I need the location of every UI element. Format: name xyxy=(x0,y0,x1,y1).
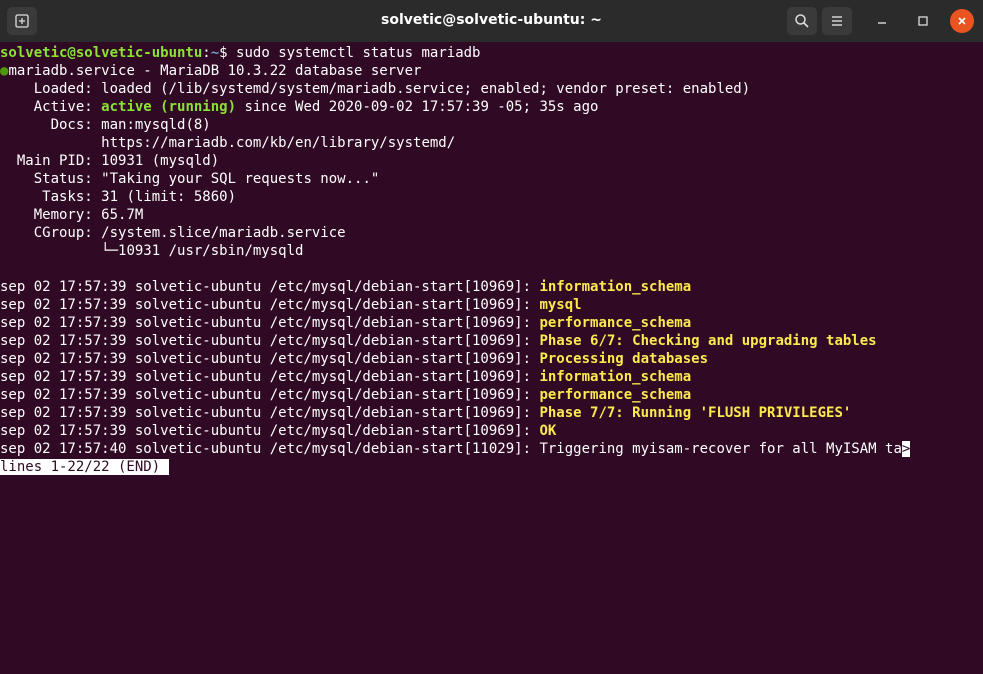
log-line: sep 02 17:57:39 solvetic-ubuntu /etc/mys… xyxy=(0,350,983,368)
active-line: Active: active (running) since Wed 2020-… xyxy=(0,98,983,116)
log-line: sep 02 17:57:39 solvetic-ubuntu /etc/mys… xyxy=(0,332,983,350)
prompt-command: sudo systemctl status mariadb xyxy=(236,45,481,61)
log-line: sep 02 17:57:40 solvetic-ubuntu /etc/mys… xyxy=(0,440,983,458)
mainpid-value: 10931 (mysqld) xyxy=(101,153,220,169)
tasks-value: 31 (limit: 5860) xyxy=(101,189,237,205)
log-prefix: sep 02 17:57:39 solvetic-ubuntu /etc/mys… xyxy=(0,423,540,439)
docs-label: Docs: xyxy=(0,117,102,133)
log-prefix: sep 02 17:57:39 solvetic-ubuntu /etc/mys… xyxy=(0,369,540,385)
log-line: sep 02 17:57:39 solvetic-ubuntu /etc/mys… xyxy=(0,278,983,296)
log-prefix: sep 02 17:57:39 solvetic-ubuntu /etc/mys… xyxy=(0,279,540,295)
tasks-line: Tasks: 31 (limit: 5860) xyxy=(0,188,983,206)
status-line: Status: "Taking your SQL requests now...… xyxy=(0,170,983,188)
cgroup-child-process: └─10931 /usr/sbin/mysqld xyxy=(101,243,304,259)
mainpid-label: Main PID: xyxy=(0,153,102,169)
log-prefix: sep 02 17:57:39 solvetic-ubuntu /etc/mys… xyxy=(0,297,540,313)
mainpid-line: Main PID: 10931 (mysqld) xyxy=(0,152,983,170)
log-message: Processing databases xyxy=(539,351,709,367)
unit-description: mariadb.service - MariaDB 10.3.22 databa… xyxy=(8,63,422,79)
log-message: performance_schema xyxy=(539,387,692,403)
active-state: active (running) xyxy=(101,99,237,115)
memory-label: Memory: xyxy=(0,207,102,223)
log-prefix: sep 02 17:57:39 solvetic-ubuntu /etc/mys… xyxy=(0,333,540,349)
log-prefix: sep 02 17:57:39 solvetic-ubuntu /etc/mys… xyxy=(0,405,540,421)
log-prefix: sep 02 17:57:39 solvetic-ubuntu /etc/mys… xyxy=(0,387,540,403)
log-line: sep 02 17:57:39 solvetic-ubuntu /etc/mys… xyxy=(0,368,983,386)
status-label: Status: xyxy=(0,171,102,187)
close-icon xyxy=(956,12,968,31)
docs-value-2: https://mariadb.com/kb/en/library/system… xyxy=(101,135,456,151)
hamburger-menu-icon xyxy=(829,13,845,29)
log-message: mysql xyxy=(539,297,582,313)
docs-line: Docs: man:mysqld(8) xyxy=(0,116,983,134)
tasks-label: Tasks: xyxy=(0,189,102,205)
log-message: information_schema xyxy=(539,279,692,295)
terminal-window: solvetic@solvetic-ubuntu: ~ solvetic@sol… xyxy=(0,0,983,674)
memory-value: 65.7M xyxy=(101,207,144,223)
log-message: Phase 7/7: Running 'FLUSH PRIVILEGES' xyxy=(539,405,852,421)
truncation-marker: > xyxy=(901,441,911,457)
log-message: Triggering myisam-recover for all MyISAM… xyxy=(539,441,902,457)
command-prompt-line: solvetic@solvetic-ubuntu:~$ sudo systemc… xyxy=(0,45,481,61)
title-bar: solvetic@solvetic-ubuntu: ~ xyxy=(0,0,983,43)
cgroup-value: /system.slice/mariadb.service xyxy=(101,225,346,241)
loaded-line: Loaded: loaded (/lib/systemd/system/mari… xyxy=(0,80,983,98)
minimize-button[interactable] xyxy=(870,9,894,33)
pager-cursor xyxy=(160,459,169,475)
maximize-button[interactable] xyxy=(911,9,935,33)
docs-line-2: https://mariadb.com/kb/en/library/system… xyxy=(0,134,983,152)
search-icon xyxy=(794,13,810,29)
cgroup-child-line: └─10931 /usr/sbin/mysqld xyxy=(0,242,983,260)
search-button[interactable] xyxy=(787,7,817,35)
status-value: "Taking your SQL requests now..." xyxy=(101,171,380,187)
log-message: performance_schema xyxy=(539,315,692,331)
prompt-symbol: $ xyxy=(219,45,228,61)
maximize-icon xyxy=(917,12,929,31)
log-line: sep 02 17:57:39 solvetic-ubuntu /etc/mys… xyxy=(0,404,983,422)
minimize-icon xyxy=(876,12,888,31)
terminal-output[interactable]: solvetic@solvetic-ubuntu:~$ sudo systemc… xyxy=(0,42,983,674)
active-since: since Wed 2020-09-02 17:57:39 -05; 35s a… xyxy=(236,99,599,115)
active-label: Active: xyxy=(0,99,102,115)
log-line: sep 02 17:57:39 solvetic-ubuntu /etc/mys… xyxy=(0,296,983,314)
log-line: sep 02 17:57:39 solvetic-ubuntu /etc/mys… xyxy=(0,422,983,440)
log-prefix: sep 02 17:57:39 solvetic-ubuntu /etc/mys… xyxy=(0,351,540,367)
prompt-user-host: solvetic@solvetic-ubuntu xyxy=(0,45,203,61)
pager-status: lines 1-22/22 (END) xyxy=(0,459,161,475)
log-message: Phase 6/7: Checking and upgrading tables xyxy=(539,333,877,349)
log-prefix: sep 02 17:57:39 solvetic-ubuntu /etc/mys… xyxy=(0,315,540,331)
loaded-label: Loaded: xyxy=(0,81,102,97)
loaded-value: loaded (/lib/systemd/system/mariadb.serv… xyxy=(101,81,751,97)
pager-status-line: lines 1-22/22 (END) xyxy=(0,458,983,476)
log-message: OK xyxy=(539,423,557,439)
log-line: sep 02 17:57:39 solvetic-ubuntu /etc/mys… xyxy=(0,386,983,404)
log-prefix: sep 02 17:57:40 solvetic-ubuntu /etc/mys… xyxy=(0,441,540,457)
log-message: information_schema xyxy=(539,369,692,385)
memory-line: Memory: 65.7M xyxy=(0,206,983,224)
prompt-path: ~ xyxy=(210,45,220,61)
unit-line: ●mariadb.service - MariaDB 10.3.22 datab… xyxy=(0,62,983,80)
cgroup-line: CGroup: /system.slice/mariadb.service xyxy=(0,224,983,242)
close-button[interactable] xyxy=(950,9,974,33)
menu-button[interactable] xyxy=(822,7,852,35)
docs-value-1: man:mysqld(8) xyxy=(101,117,211,133)
cgroup-label: CGroup: xyxy=(0,225,102,241)
log-line: sep 02 17:57:39 solvetic-ubuntu /etc/mys… xyxy=(0,314,983,332)
